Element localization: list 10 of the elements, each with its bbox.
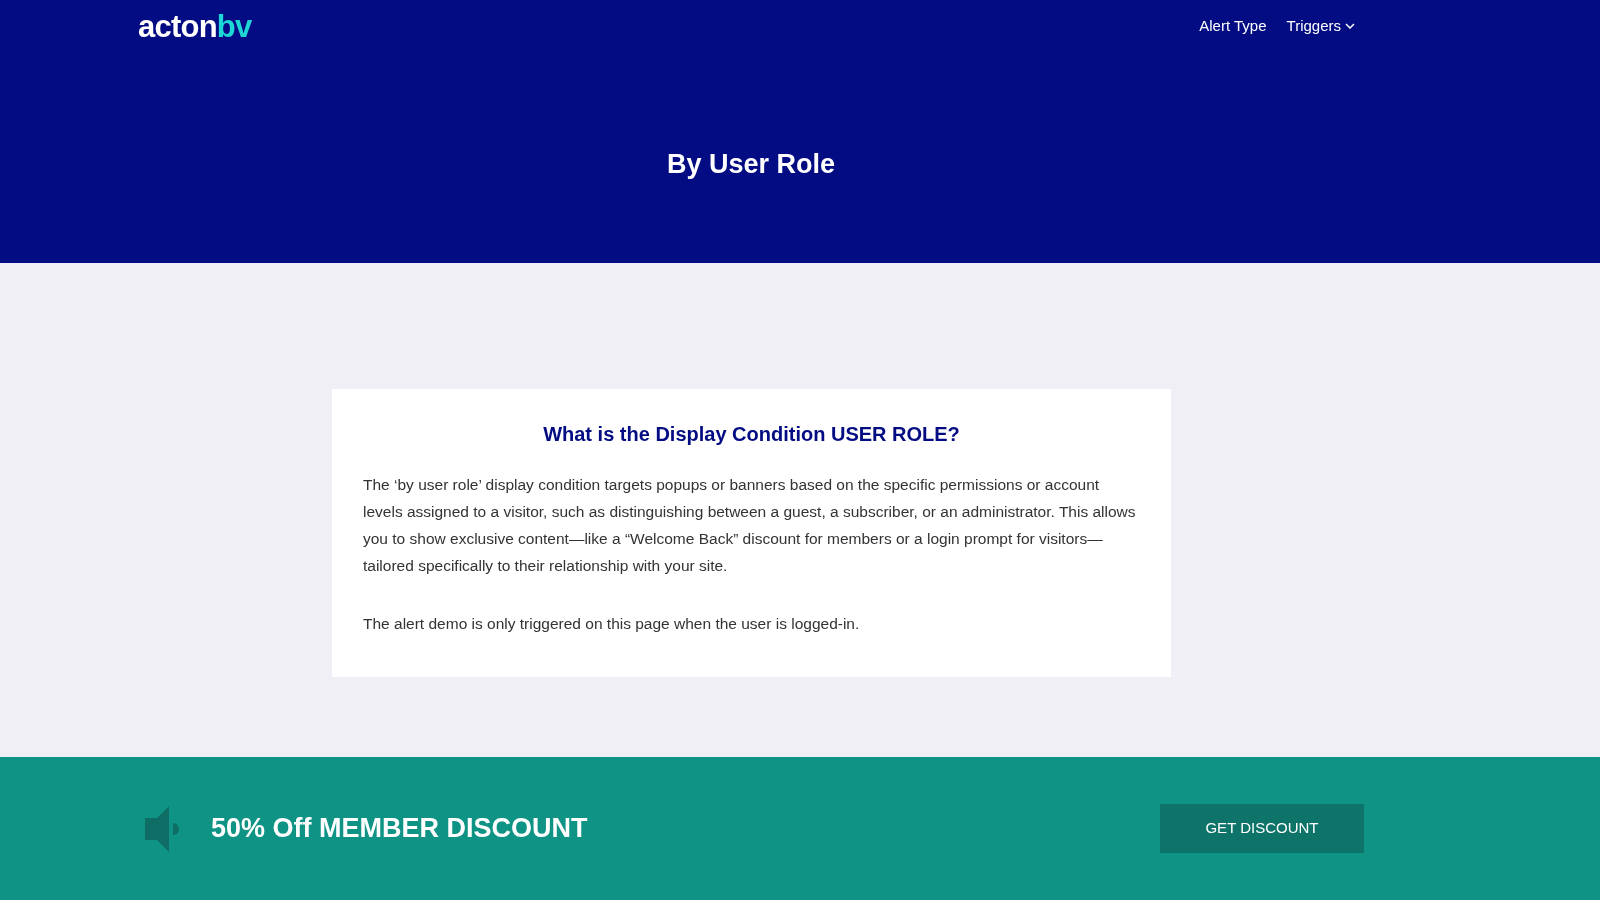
nav-link[interactable]: Triggers bbox=[1286, 14, 1355, 38]
get-discount-button[interactable]: GET DISCOUNT bbox=[1160, 804, 1364, 853]
nav-link[interactable]: Alert Type bbox=[1199, 14, 1267, 38]
body-paragraph: The alert demo is only triggered on this page when the user is logged-in. bbox=[363, 614, 861, 634]
promo-text: 50% Off MEMBER DISCOUNT bbox=[211, 812, 588, 846]
body-paragraph: The ‘by user role’ display condition targets popups or banners based on the specific permissions or account levels assigned to a visitor, such as distinguishing between a guest, a subscriber, or an administrator. This allows you to show exclusive content—like a “Welcome Back” discount for members or a login prompt for visitors—tailored specifically to their relationship with your site. bbox=[363, 475, 1137, 576]
logo[interactable]: actonbv bbox=[138, 10, 252, 42]
page-title: By User Role bbox=[666, 148, 836, 181]
chevron-down-icon bbox=[1345, 23, 1355, 29]
card-heading: What is the Display Condition USER ROLE? bbox=[542, 422, 961, 447]
